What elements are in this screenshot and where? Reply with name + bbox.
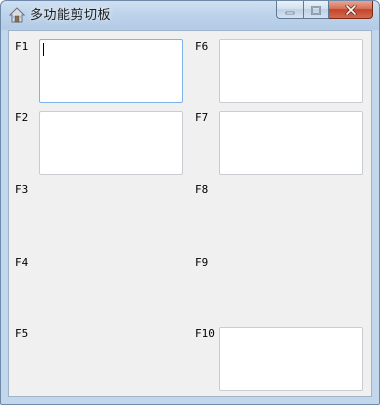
- label-f1: F1: [15, 40, 29, 53]
- window-title: 多功能剪切板: [30, 8, 112, 23]
- minimize-button[interactable]: [276, 1, 303, 19]
- label-f7: F7: [195, 111, 209, 124]
- close-button[interactable]: [329, 1, 373, 19]
- caption-buttons: [276, 1, 373, 20]
- label-f3: F3: [15, 183, 29, 196]
- maximize-icon: [311, 1, 321, 19]
- label-f5: F5: [15, 327, 29, 340]
- label-f10: F10: [195, 327, 215, 340]
- clipboard-panel: F1 F2 F3 F4 F5 F6 F7 F8 F9 F10: [8, 30, 372, 397]
- f1-textarea[interactable]: [39, 39, 183, 103]
- app-window: 多功能剪切板 F1 F2 F3 F4 F5 F6 F7 F8 F9 F10: [0, 0, 380, 405]
- text-caret: [43, 43, 44, 56]
- f7-textarea[interactable]: [219, 111, 363, 175]
- maximize-button[interactable]: [303, 1, 329, 19]
- label-f6: F6: [195, 40, 209, 53]
- house-icon[interactable]: [8, 7, 26, 23]
- minimize-icon: [285, 1, 295, 19]
- f2-textarea[interactable]: [39, 111, 183, 175]
- close-icon: [345, 1, 357, 19]
- label-f2: F2: [15, 111, 29, 124]
- f6-textarea[interactable]: [219, 39, 363, 103]
- title-bar[interactable]: 多功能剪切板: [1, 1, 379, 30]
- label-f8: F8: [195, 183, 209, 196]
- label-f9: F9: [195, 256, 209, 269]
- f10-textarea[interactable]: [219, 327, 363, 391]
- label-f4: F4: [15, 256, 29, 269]
